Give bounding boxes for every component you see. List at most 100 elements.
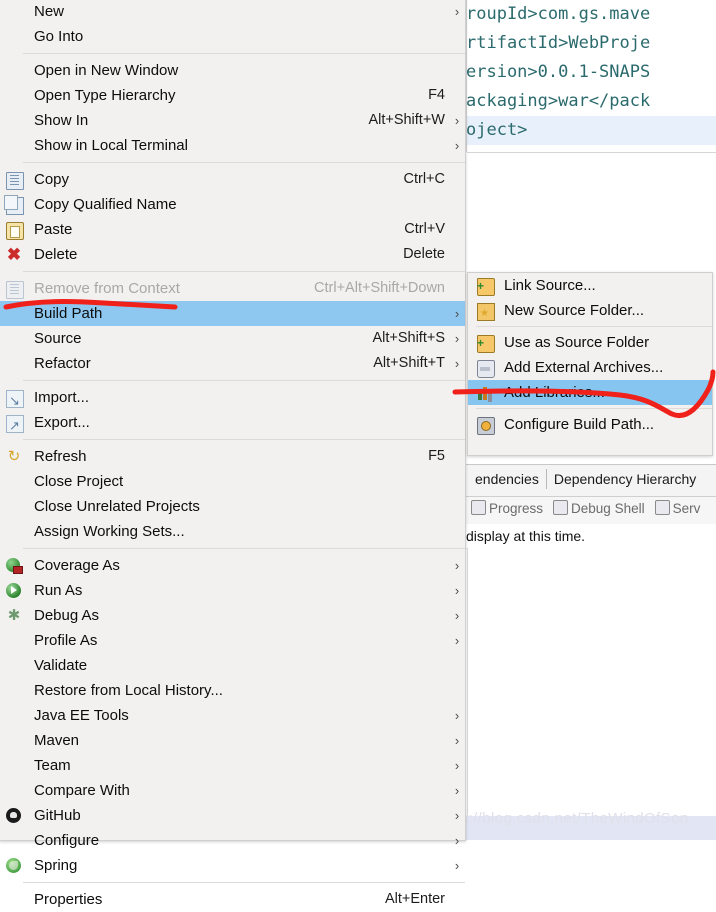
menu-item-assign-working-sets[interactable]: Assign Working Sets... (0, 519, 465, 544)
menu-item-icon-cell (0, 728, 31, 753)
status-text: display at this time. (466, 528, 586, 544)
menu-item-compare-with[interactable]: Compare With › (0, 778, 465, 803)
menu-item-remove-from-context[interactable]: Remove from Context Ctrl+Alt+Shift+Down (0, 276, 465, 301)
menu-item-add-external-archives[interactable]: Add External Archives... (468, 355, 712, 380)
menu-item-new[interactable]: New › (0, 0, 465, 24)
tab-dependency-hierarchy[interactable]: Dependency Hierarchy (545, 469, 703, 489)
menu-item-show-in-local-terminal[interactable]: Show in Local Terminal › (0, 133, 465, 158)
menu-item-label: Refactor (34, 355, 91, 372)
menu-item-accelerator: F4 (428, 87, 445, 103)
configure-build-path-icon (477, 417, 495, 435)
menu-item-icon-cell (0, 192, 31, 217)
menu-item-icon-cell (0, 653, 31, 678)
submenu-arrow-icon: › (454, 608, 460, 623)
menu-item-coverage-as[interactable]: Coverage As › (0, 553, 465, 578)
menu-item-label: Export... (34, 414, 90, 431)
submenu-arrow-icon: › (454, 783, 460, 798)
menu-separator (23, 380, 465, 381)
menu-item-accelerator: Alt+Enter (384, 891, 445, 907)
menu-item-copy-qualified-name[interactable]: Copy Qualified Name (0, 192, 465, 217)
menu-item-debug-as[interactable]: ✱ Debug As › (0, 603, 465, 628)
debug-shell-icon (553, 500, 569, 515)
menu-item-add-libraries[interactable]: Add Libraries... (468, 380, 712, 405)
run-icon (6, 583, 21, 598)
view-tabs: Progress Debug Shell Serv (466, 500, 705, 516)
build-path-submenu[interactable]: Link Source... New Source Folder... Use as… (467, 272, 713, 456)
view-tab-debug-shell[interactable]: Debug Shell (548, 500, 650, 516)
menu-item-open-in-new-window[interactable]: Open in New Window (0, 58, 465, 83)
menu-item-icon-cell (0, 217, 31, 242)
debug-icon: ✱ (7, 607, 21, 624)
menu-separator (23, 53, 465, 54)
menu-item-icon-cell (0, 58, 31, 83)
menu-item-use-as-source-folder[interactable]: Use as Source Folder (468, 330, 712, 356)
menu-item-close-project[interactable]: Close Project (0, 469, 465, 494)
menu-item-label: Spring (34, 857, 78, 874)
menu-item-accelerator: Delete (403, 246, 445, 262)
menu-item-properties[interactable]: Properties Alt+Enter (0, 887, 465, 912)
menu-item-label: Remove from Context (34, 280, 180, 297)
menu-item-label: New (34, 3, 65, 20)
menu-item-team[interactable]: Team › (0, 753, 465, 778)
menu-item-build-path[interactable]: Build Path › (0, 301, 465, 326)
editor-left-border (466, 0, 467, 152)
menu-item-icon-cell (0, 778, 31, 803)
menu-item-show-in[interactable]: Show In Alt+Shift+W › (0, 108, 465, 133)
submenu-arrow-icon: › (454, 138, 460, 153)
menu-item-restore-from-local-history[interactable]: Restore from Local History... (0, 678, 465, 703)
pom-editor[interactable]: roupId>com.gs.mave rtifactId>WebProje er… (466, 0, 716, 152)
menu-item-refactor[interactable]: Refactor Alt+Shift+T › (0, 351, 465, 376)
menu-item-label: Add External Archives... (504, 359, 664, 376)
spring-icon (6, 858, 21, 873)
menu-item-source[interactable]: Source Alt+Shift+S › (0, 326, 465, 351)
menu-item-github[interactable]: GitHub › (0, 803, 465, 828)
menu-item-accelerator: Ctrl+Alt+Shift+Down (314, 280, 445, 296)
menu-item-profile-as[interactable]: Profile As › (0, 628, 465, 653)
view-tab-progress[interactable]: Progress (466, 500, 548, 516)
menu-item-label: Profile As (34, 632, 98, 649)
menu-item-icon-cell (468, 355, 502, 380)
menu-item-icon-cell (0, 351, 31, 376)
menu-item-new-source-folder[interactable]: New Source Folder... (468, 298, 712, 326)
editor-line: roupId>com.gs.mave (466, 4, 651, 24)
menu-item-label: Use as Source Folder (504, 334, 650, 351)
menu-item-link-source[interactable]: Link Source... (468, 273, 712, 299)
submenu-arrow-icon: › (454, 113, 460, 128)
menu-item-maven[interactable]: Maven › (0, 728, 465, 753)
menu-item-spring[interactable]: Spring › (0, 853, 465, 878)
submenu-arrow-icon: › (454, 858, 460, 873)
menu-item-export[interactable]: Export... (0, 410, 465, 438)
watermark-text: https://blog.csdn.net/TheWindOfSon (434, 810, 689, 827)
tab-dependencies[interactable]: endencies (468, 469, 546, 489)
menu-item-close-unrelated-projects[interactable]: Close Unrelated Projects (0, 494, 465, 519)
menu-item-configure[interactable]: Configure › (0, 828, 465, 853)
submenu-arrow-icon: › (454, 733, 460, 748)
menu-item-delete[interactable]: ✖ Delete Delete (0, 242, 465, 267)
menu-item-label: Build Path (34, 305, 103, 322)
remove-from-context-icon (6, 281, 24, 299)
editor-line: ackaging>war</pack (466, 91, 651, 111)
context-menu[interactable]: New › Go Into Open in New Window Open Type H… (0, 0, 466, 908)
menu-item-copy[interactable]: Copy Ctrl+C (0, 167, 465, 192)
menu-item-import[interactable]: Import... (0, 385, 465, 413)
menu-item-label: Show in Local Terminal (34, 137, 188, 154)
view-tab-servers[interactable]: Serv (650, 500, 706, 516)
menu-item-label: Open Type Hierarchy (34, 87, 176, 104)
menu-item-validate[interactable]: Validate (0, 653, 465, 678)
menu-item-refresh[interactable]: ↻ Refresh F5 (0, 444, 465, 469)
menu-item-go-into[interactable]: Go Into (0, 24, 465, 49)
menu-item-java-ee-tools[interactable]: Java EE Tools › (0, 703, 465, 728)
menu-item-paste[interactable]: Paste Ctrl+V (0, 217, 465, 242)
menu-separator (476, 326, 712, 327)
menu-separator (23, 548, 465, 549)
progress-icon (471, 500, 486, 515)
menu-item-label: GitHub (34, 807, 81, 824)
use-as-source-folder-icon (477, 331, 495, 356)
import-icon (6, 388, 24, 413)
menu-item-icon-cell (468, 412, 502, 437)
menu-item-configure-build-path[interactable]: Configure Build Path... (468, 412, 712, 437)
menu-item-icon-cell (0, 133, 31, 158)
menu-item-run-as[interactable]: Run As › (0, 578, 465, 603)
menu-item-label: Copy Qualified Name (34, 196, 177, 213)
menu-item-open-type-hierarchy[interactable]: Open Type Hierarchy F4 (0, 83, 465, 108)
